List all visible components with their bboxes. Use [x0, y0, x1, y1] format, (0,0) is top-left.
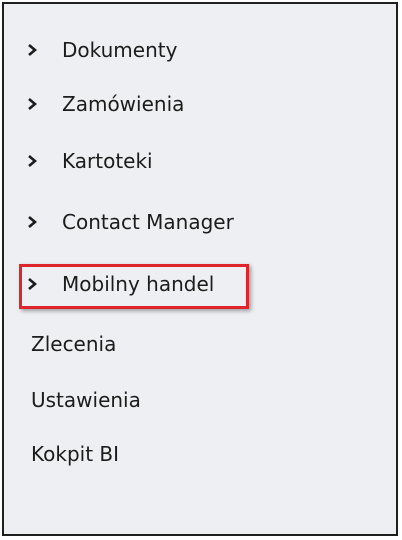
menu-item-zlecenia[interactable]: Zlecenia	[31, 330, 116, 358]
chevron-right-icon	[26, 44, 38, 56]
chevron-right-icon	[26, 98, 38, 110]
menu-item-dokumenty[interactable]: Dokumenty	[26, 36, 177, 64]
chevron-right-icon	[26, 216, 38, 228]
menu-item-label: Zamówienia	[62, 92, 185, 116]
menu-item-label: Zlecenia	[31, 332, 117, 356]
menu-item-label: Mobilny handel	[62, 272, 215, 296]
chevron-right-icon	[26, 155, 38, 167]
menu-item-label: Dokumenty	[62, 38, 178, 62]
menu-item-mobilny-handel[interactable]: Mobilny handel	[26, 270, 214, 298]
menu-item-label: Contact Manager	[62, 210, 234, 234]
menu-item-label: Kartoteki	[62, 149, 153, 173]
menu-item-kartoteki[interactable]: Kartoteki	[26, 147, 153, 175]
chevron-right-icon	[26, 278, 38, 290]
menu-item-kokpit-bi[interactable]: Kokpit BI	[31, 440, 119, 468]
navigation-panel: Dokumenty Zamówienia Kartoteki Contact M…	[2, 2, 398, 536]
menu-item-label: Kokpit BI	[31, 442, 120, 466]
menu-item-ustawienia[interactable]: Ustawienia	[31, 386, 141, 414]
menu-item-zamowienia[interactable]: Zamówienia	[26, 90, 184, 118]
menu-item-label: Ustawienia	[31, 388, 141, 412]
menu-item-contact-manager[interactable]: Contact Manager	[26, 208, 234, 236]
